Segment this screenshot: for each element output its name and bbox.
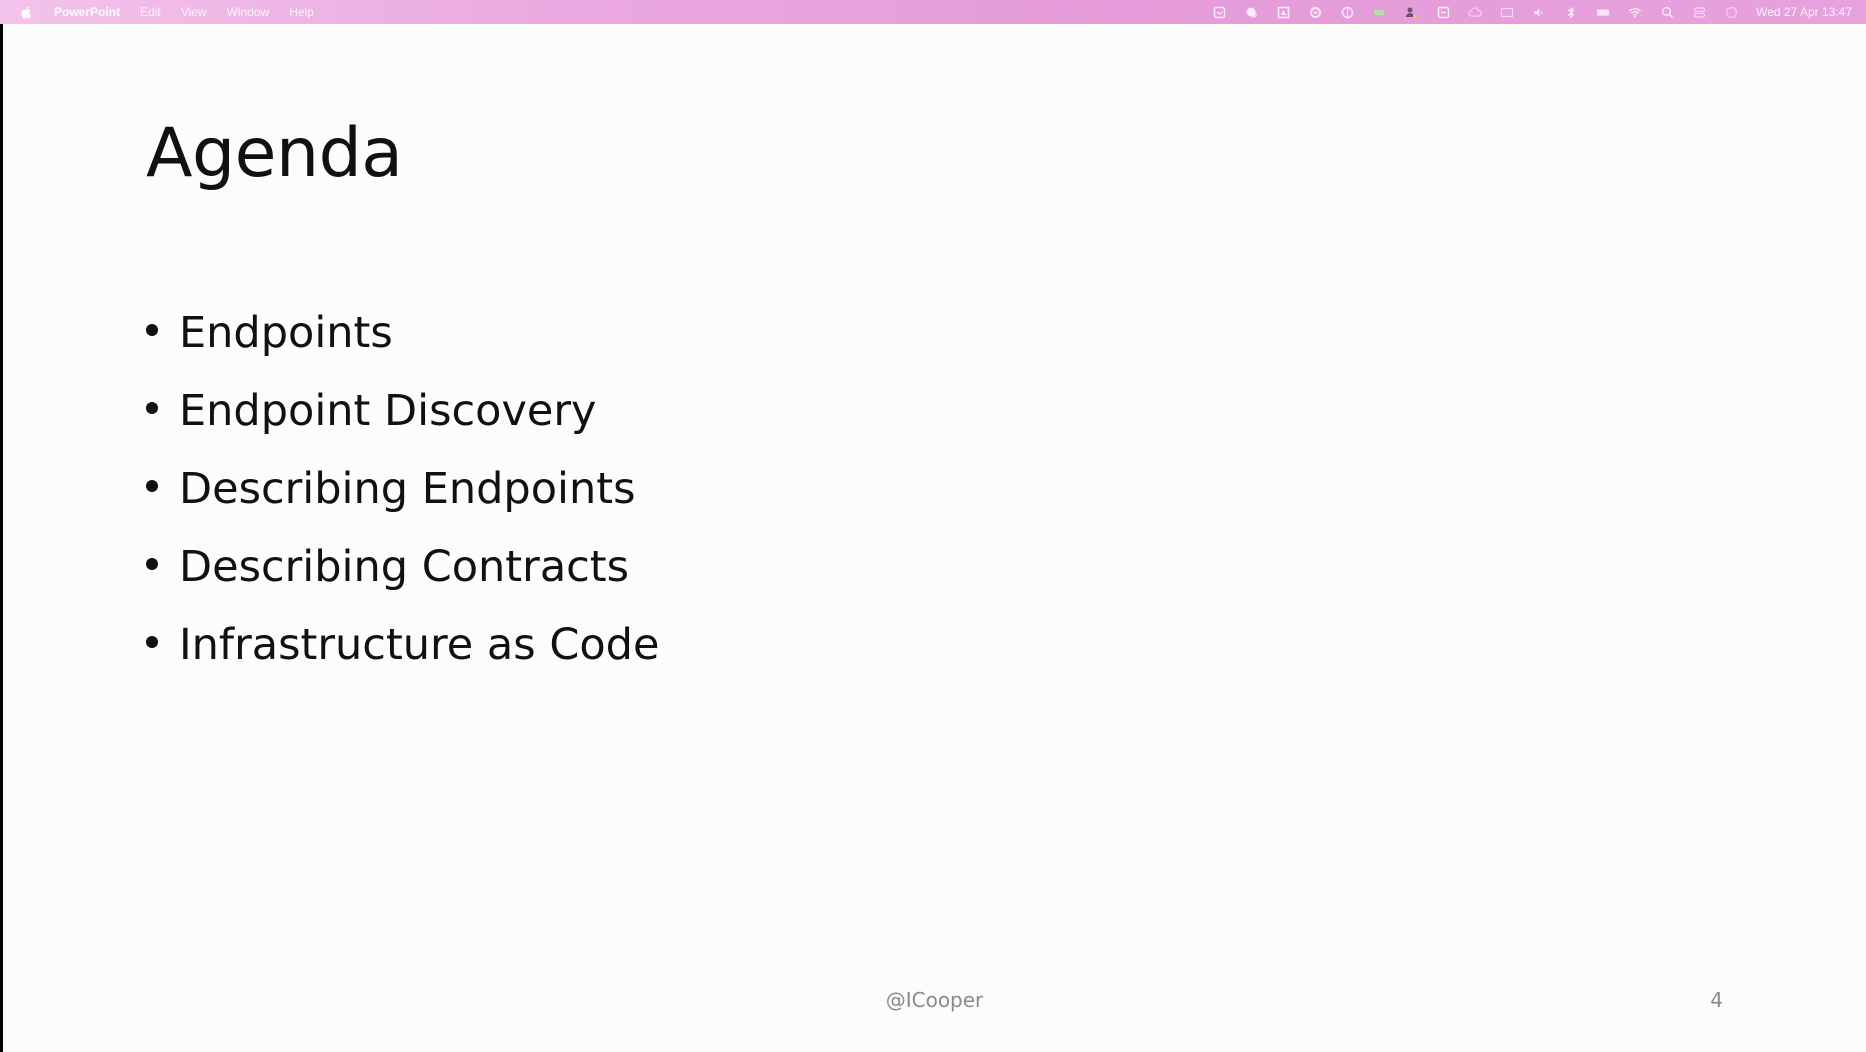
menu-window[interactable]: Window — [227, 5, 270, 19]
control-center-icon[interactable] — [1692, 5, 1706, 19]
bullet-list: Endpoints Endpoint Discovery Describing … — [146, 294, 659, 684]
apple-icon[interactable] — [20, 6, 32, 19]
menu-help[interactable]: Help — [289, 5, 314, 19]
siri-icon[interactable] — [1724, 5, 1738, 19]
vpn-icon[interactable] — [1340, 5, 1354, 19]
slide: Agenda Endpoints Endpoint Discovery Desc… — [3, 24, 1866, 1052]
menu-view[interactable]: View — [181, 5, 207, 19]
wifi-icon[interactable] — [1628, 5, 1642, 19]
menu-edit[interactable]: Edit — [140, 5, 161, 19]
slide-number: 4 — [1710, 988, 1723, 1012]
volume-icon[interactable] — [1532, 5, 1546, 19]
bullet-item: Describing Contracts — [146, 528, 659, 606]
menu-bar-left: PowerPoint Edit View Window Help — [0, 5, 334, 19]
search-icon[interactable] — [1660, 5, 1674, 19]
menu-bar: PowerPoint Edit View Window Help Wed 27 … — [0, 0, 1866, 24]
bullet-dot-icon — [146, 558, 158, 570]
menu-app-powerpoint[interactable]: PowerPoint — [54, 5, 120, 19]
drive-icon[interactable] — [1276, 5, 1290, 19]
bullet-text: Infrastructure as Code — [179, 620, 660, 670]
bullet-item: Describing Endpoints — [146, 450, 659, 528]
bullet-text: Describing Endpoints — [179, 464, 636, 514]
bullet-item: Endpoints — [146, 294, 659, 372]
bullet-text: Endpoint Discovery — [179, 386, 597, 436]
bluetooth-icon[interactable] — [1564, 5, 1578, 19]
slide-footer: @ICooper — [885, 988, 984, 1012]
screen-icon[interactable] — [1436, 5, 1450, 19]
cloud-icon[interactable] — [1468, 5, 1483, 19]
bullet-dot-icon — [146, 480, 158, 492]
bullet-item: Endpoint Discovery — [146, 372, 659, 450]
display-icon[interactable] — [1500, 5, 1514, 19]
bullet-dot-icon — [146, 402, 158, 414]
keyboard-icon[interactable] — [1596, 5, 1610, 19]
menu-bar-clock[interactable]: Wed 27 Apr 13:47 — [1756, 5, 1852, 19]
settings-icon[interactable] — [1308, 5, 1322, 19]
battery-icon[interactable] — [1372, 5, 1386, 19]
bullet-text: Endpoints — [179, 308, 393, 358]
bullet-dot-icon — [146, 324, 158, 336]
chat-icon[interactable] — [1244, 5, 1258, 19]
bullet-dot-icon — [146, 636, 158, 648]
mail-icon[interactable] — [1212, 5, 1226, 19]
slide-title: Agenda — [146, 114, 403, 193]
menu-bar-right: Wed 27 Apr 13:47 — [1212, 0, 1852, 24]
bullet-item: Infrastructure as Code — [146, 606, 659, 684]
bullet-text: Describing Contracts — [179, 542, 630, 592]
user-icon[interactable] — [1404, 5, 1418, 19]
